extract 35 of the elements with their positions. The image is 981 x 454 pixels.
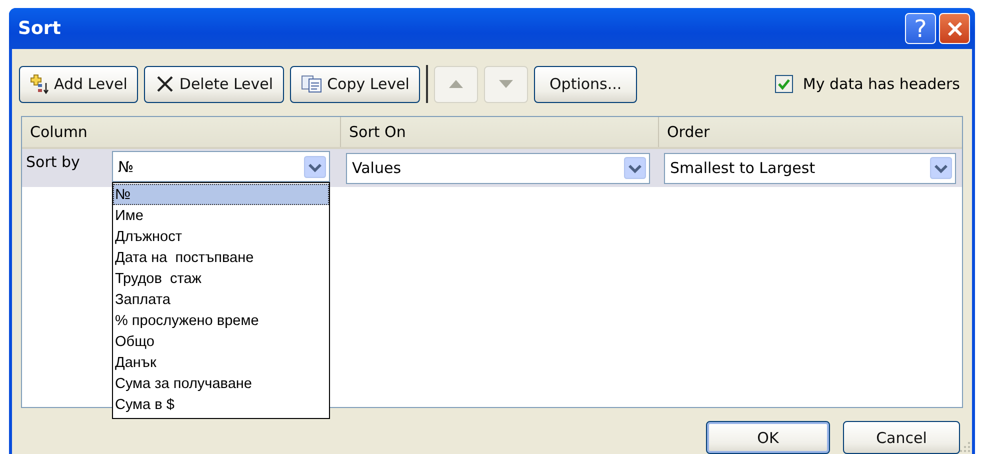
list-option[interactable]: Трудов стаж — [113, 268, 329, 289]
sort-on-dropdown[interactable]: Values — [346, 152, 650, 184]
help-button[interactable]: ? — [905, 13, 936, 44]
list-option[interactable]: Общо — [113, 331, 329, 352]
level-label: Sort by — [25, 152, 81, 171]
list-option[interactable]: Длъжност — [113, 226, 329, 247]
list-option[interactable]: % прослужено време — [113, 310, 329, 331]
delete-level-button[interactable]: Delete Level — [144, 66, 284, 102]
column-header: Column — [29, 122, 88, 143]
add-level-button[interactable]: Add Level — [19, 66, 138, 102]
close-button[interactable] — [939, 13, 970, 44]
list-option[interactable]: № — [113, 184, 329, 205]
checkbox[interactable] — [774, 75, 793, 93]
copy-level-button[interactable]: Copy Level — [290, 66, 420, 102]
ok-button[interactable]: OK — [706, 421, 830, 454]
plus-sort-icon — [30, 74, 50, 94]
window-title: Sort — [18, 18, 61, 39]
column-dropdown[interactable]: № — [112, 151, 330, 182]
copy-icon — [301, 74, 324, 94]
column-header: Order — [658, 117, 962, 147]
list-option[interactable]: Сума за получаване — [113, 373, 329, 394]
list-option[interactable]: Заплата — [113, 289, 329, 310]
resize-grip-icon[interactable] — [959, 441, 971, 453]
down-triangle-icon — [499, 80, 514, 88]
headers-checkbox[interactable]: My data has headers — [774, 75, 960, 93]
options-button[interactable]: Options... — [534, 66, 637, 102]
column-header: Sort On — [340, 117, 658, 147]
list-option[interactable]: Сума в $ — [113, 394, 329, 415]
list-option[interactable]: Име — [113, 205, 329, 226]
close-icon — [155, 74, 176, 94]
up-triangle-icon — [449, 80, 464, 88]
list-option[interactable]: Данък — [113, 352, 329, 373]
order-dropdown[interactable]: Smallest to Largest — [664, 152, 956, 184]
list-option[interactable]: Дата на постъпване — [113, 247, 329, 268]
cancel-button[interactable]: Cancel — [843, 421, 960, 454]
